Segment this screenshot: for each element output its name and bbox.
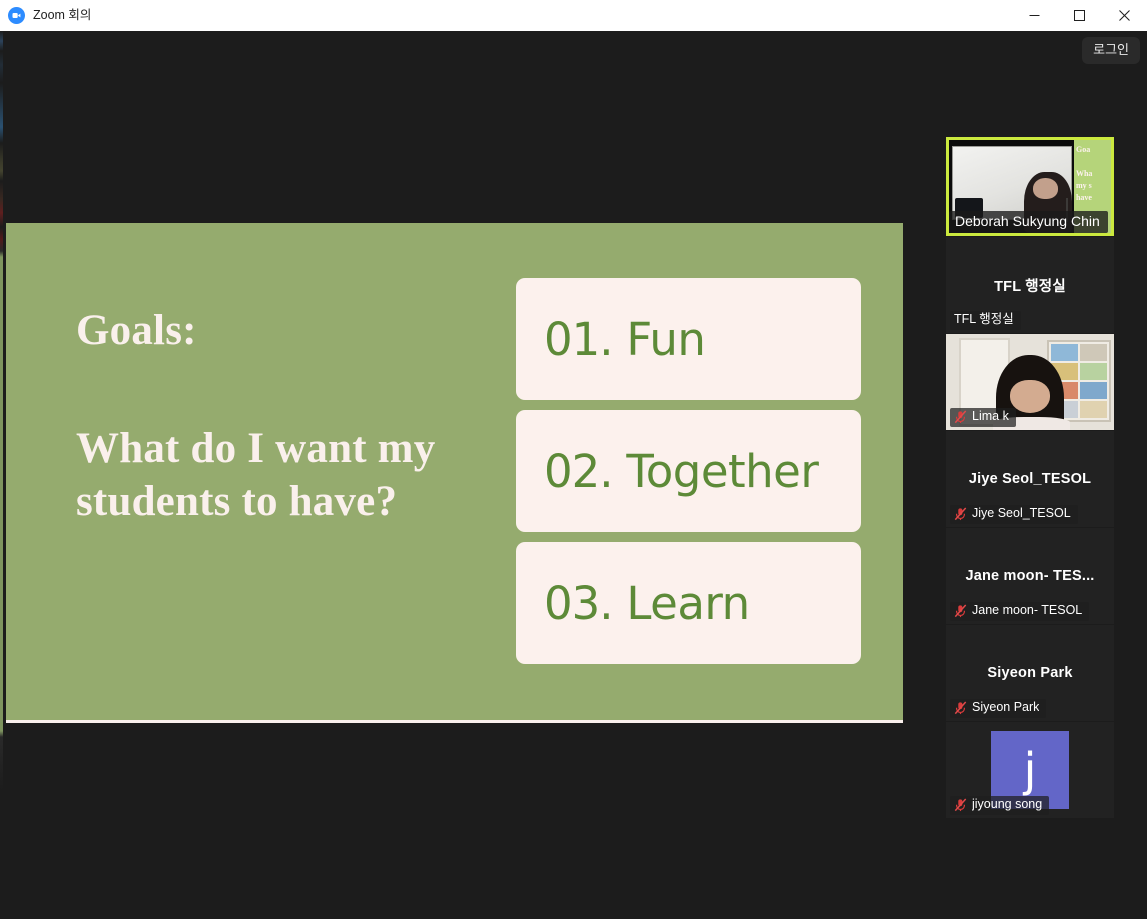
slide-text-column: Goals: What do I want my students to hav… (76, 308, 486, 528)
person-face (1033, 178, 1058, 199)
participant-name: Lima k (972, 409, 1009, 424)
participant-tile-jane-moon-tesol[interactable]: Jane moon- TES... Jane moon- TESOL (946, 528, 1114, 624)
participant-filmstrip[interactable]: Goa Wha my s have Deborah Sukyung Chin TFL… (946, 137, 1114, 819)
participant-tile-jiye-seol-tesol[interactable]: Jiye Seol_TESOL Jiye Seol_TESOL (946, 431, 1114, 527)
participant-name: Deborah Sukyung Chin (955, 212, 1100, 229)
window-controls (1012, 0, 1147, 31)
participant-name: TFL 행정실 (954, 312, 1014, 327)
participant-name-badge: Jane moon- TESOL (950, 602, 1090, 621)
participant-name-badge: jiyoung song (950, 796, 1050, 815)
goal-label: Learn (626, 576, 750, 630)
muted-microphone-icon (954, 798, 967, 812)
muted-microphone-icon (954, 604, 967, 618)
participant-tile-jiyoung-song[interactable]: j jiyoung song (946, 722, 1114, 818)
goal-card: 02. Together (516, 410, 861, 532)
shared-screen-slide[interactable]: Goals: What do I want my students to hav… (6, 223, 903, 723)
screen-edge-sliver (0, 31, 3, 887)
participant-tile-siyeon-park[interactable]: Siyeon Park Siyeon Park (946, 625, 1114, 721)
participant-name: Siyeon Park (972, 700, 1040, 715)
participant-name-badge: Jiye Seol_TESOL (950, 505, 1078, 524)
participant-name-badge: Lima k (950, 408, 1016, 427)
participant-tile-deborah-sukyung-chin[interactable]: Goa Wha my s have Deborah Sukyung Chin (946, 137, 1114, 236)
participant-tile-tfl[interactable]: TFL 행정실 TFL 행정실 (946, 237, 1114, 333)
maximize-icon[interactable] (1057, 0, 1102, 31)
muted-microphone-icon (954, 410, 967, 424)
participant-tile-lima-k[interactable]: Lima k (946, 334, 1114, 430)
zoom-logo-icon (8, 7, 25, 24)
window-title: Zoom 회의 (33, 8, 92, 23)
slide-heading: Goals: (76, 307, 197, 354)
goal-number: 03. (544, 576, 614, 630)
titlebar-left-group: Zoom 회의 (0, 7, 1012, 24)
minimize-icon[interactable] (1012, 0, 1057, 31)
goal-card: 01. Fun (516, 278, 861, 400)
projected-slide-line1: Goa (1075, 144, 1091, 154)
participant-name-badge: Deborah Sukyung Chin (949, 210, 1108, 233)
goal-card-text: 03. Learn (544, 581, 750, 626)
meeting-top-strip: 로그인 (0, 31, 1147, 71)
participant-name-badge: Siyeon Park (950, 699, 1047, 718)
zoom-meeting-window: Zoom 회의 로그인 Goals: What do I want my stu… (0, 0, 1147, 919)
window-titlebar: Zoom 회의 (0, 0, 1147, 31)
person-face (1009, 380, 1051, 413)
goal-label: Together (626, 444, 819, 498)
slide-goal-cards: 01. Fun 02. Together 03. Learn (516, 278, 861, 664)
login-button[interactable]: 로그인 (1082, 37, 1140, 64)
goal-label: Fun (626, 312, 706, 366)
goal-card-text: 01. Fun (544, 317, 706, 362)
goal-card-text: 02. Together (544, 449, 819, 494)
muted-microphone-icon (954, 701, 967, 715)
close-icon[interactable] (1102, 0, 1147, 31)
goal-card: 03. Learn (516, 542, 861, 664)
goal-number: 01. (544, 312, 614, 366)
projected-slide-line2: Wha my s have (1075, 168, 1093, 202)
slide-question: What do I want my students to have? (76, 425, 436, 525)
participant-name: jiyoung song (972, 797, 1043, 812)
goal-number: 02. (544, 444, 614, 498)
participant-name: Jane moon- TESOL (972, 603, 1083, 618)
participant-name-badge: TFL 행정실 (950, 311, 1021, 330)
muted-microphone-icon (954, 507, 967, 521)
participant-name: Jiye Seol_TESOL (972, 506, 1071, 521)
